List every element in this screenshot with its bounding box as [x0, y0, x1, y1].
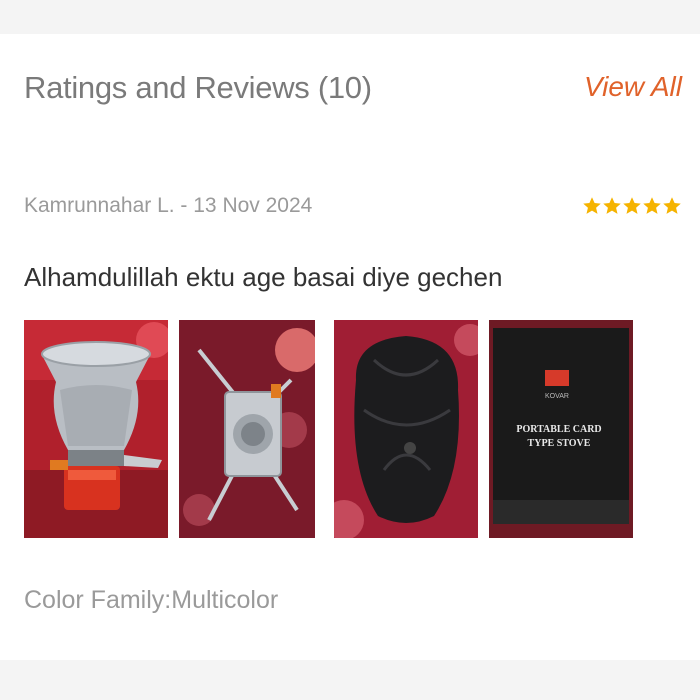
box-brand-text: KOVAR	[545, 393, 569, 400]
reviews-title: Ratings and Reviews (10)	[24, 70, 372, 105]
review-text: Alhamdulillah ektu age basai diye gechen	[24, 262, 503, 292]
box-label-line-1: PORTABLE CARD	[516, 424, 601, 435]
review-photo-1[interactable]	[24, 320, 168, 538]
review-photo-2[interactable]	[179, 320, 315, 538]
review-photo-4[interactable]: KOVAR PORTABLE CARD TYPE STOVE	[489, 320, 633, 538]
review-rating-stars	[582, 196, 682, 216]
star-icon	[623, 197, 641, 214]
star-icon	[583, 197, 601, 214]
review-color-family: Color Family:Multicolor	[24, 586, 279, 614]
box-label-line-2: TYPE STOVE	[528, 438, 591, 449]
view-all-link[interactable]: View All	[584, 71, 682, 103]
review-photo-3[interactable]	[334, 320, 478, 538]
star-icon	[663, 197, 681, 214]
star-icon	[603, 197, 621, 214]
star-icon	[643, 197, 661, 214]
review-author-date: Kamrunnahar L. - 13 Nov 2024	[24, 194, 313, 217]
